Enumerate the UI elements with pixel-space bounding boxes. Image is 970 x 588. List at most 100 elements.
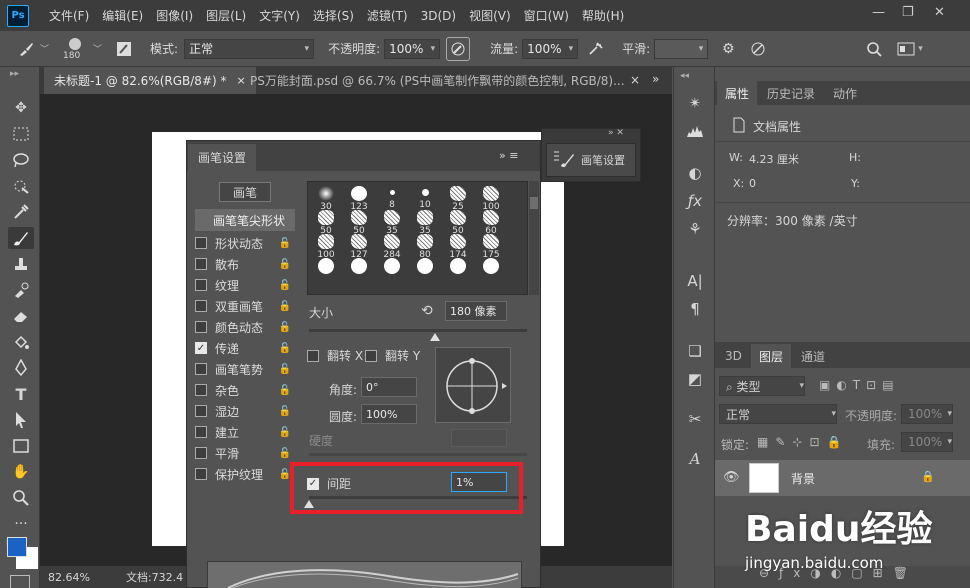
- size-slider-handle[interactable]: [430, 333, 441, 341]
- lock-icon[interactable]: 🔓: [279, 259, 291, 270]
- brush-option-row[interactable]: 画笔笔势 🔓: [195, 359, 295, 379]
- eyedropper-tool-icon[interactable]: [8, 201, 34, 223]
- menu-filter[interactable]: 滤镜(T): [367, 7, 408, 24]
- brush-tool-icon[interactable]: [8, 227, 34, 249]
- lock-icon[interactable]: 🔓: [279, 427, 291, 438]
- lock-icon[interactable]: 🔓: [279, 406, 291, 417]
- glyphs-icon[interactable]: A: [683, 447, 707, 471]
- tab-properties[interactable]: 属性: [717, 81, 758, 105]
- brush-option-row[interactable]: 散布 🔓: [195, 254, 295, 274]
- size-chevron-down-icon[interactable]: ﹀: [93, 42, 102, 55]
- flip-x-checkbox[interactable]: 翻转 X: [307, 347, 363, 364]
- brush-option-row[interactable]: 建立 🔓: [195, 422, 295, 442]
- airbrush-icon[interactable]: [584, 37, 608, 61]
- navigator-icon[interactable]: ✴: [683, 91, 707, 115]
- lock-icon[interactable]: 🔓: [279, 238, 291, 249]
- lock-icon[interactable]: 🔓: [279, 301, 291, 312]
- lock-icon[interactable]: 🔓: [279, 385, 291, 396]
- checkbox-icon[interactable]: [195, 405, 207, 417]
- brush-option-row[interactable]: ✓ 传递 🔓: [195, 338, 295, 358]
- brush-size-preview[interactable]: 180: [59, 35, 93, 63]
- menu-window[interactable]: 窗口(W): [524, 7, 569, 24]
- menu-edit[interactable]: 编辑(E): [102, 7, 143, 24]
- tab-untitled-1[interactable]: 未标题-1 @ 82.6%(RGB/8#) * ×: [44, 67, 256, 94]
- quick-selection-tool-icon[interactable]: [8, 175, 34, 197]
- brush-tip-grid[interactable]: 30 123 8 10 25 100 50 50 35 35 50 60 100 127 284 80 174 1…: [307, 181, 528, 295]
- lasso-tool-icon[interactable]: [8, 149, 34, 171]
- zoom-level[interactable]: 82.64%: [48, 571, 90, 584]
- reset-size-icon[interactable]: ⟲: [421, 303, 433, 319]
- adjustments-icon[interactable]: ◐: [683, 161, 707, 185]
- menu-image[interactable]: 图像(I): [156, 7, 193, 24]
- paint-bucket-tool-icon[interactable]: [8, 331, 34, 353]
- lock-icon[interactable]: 🔓: [279, 448, 291, 459]
- search-icon[interactable]: [862, 37, 886, 61]
- type-tool-icon[interactable]: T: [8, 383, 34, 405]
- brush-option-row[interactable]: 平滑 🔓: [195, 443, 295, 463]
- tab-actions[interactable]: 动作: [825, 81, 865, 105]
- blend-mode-select[interactable]: 正常 ▾: [719, 404, 837, 424]
- tab-layers[interactable]: 图层: [751, 344, 792, 368]
- brush-tip[interactable]: [442, 256, 474, 284]
- history-brush-tool-icon[interactable]: [8, 279, 34, 301]
- layer-row-background[interactable]: 👁 背景 🔒: [715, 460, 970, 496]
- brush-option-row[interactable]: 形状动态 🔓: [195, 233, 295, 253]
- brush-option-row[interactable]: 颜色动态 🔓: [195, 317, 295, 337]
- menu-file[interactable]: 文件(F): [49, 7, 89, 24]
- brush-tip[interactable]: [475, 256, 507, 284]
- collapse-strip-icon[interactable]: ◂◂: [680, 71, 689, 81]
- menu-layer[interactable]: 图层(L): [206, 7, 246, 24]
- gear-icon[interactable]: ⚙: [716, 37, 740, 61]
- angle-input[interactable]: 0°: [361, 377, 417, 397]
- rectangle-tool-icon[interactable]: [8, 435, 34, 457]
- zoom-tool-icon[interactable]: [8, 487, 34, 509]
- eye-icon[interactable]: 👁: [723, 470, 740, 485]
- size-input[interactable]: 180 像素: [445, 301, 507, 321]
- pressure-opacity-icon[interactable]: [446, 36, 471, 61]
- preset-chevron-down-icon[interactable]: ﹀: [40, 42, 49, 55]
- checkbox-icon[interactable]: [195, 363, 207, 375]
- checkbox-icon[interactable]: [195, 237, 207, 249]
- tab-3d[interactable]: 3D: [717, 344, 750, 368]
- filter-type-icons[interactable]: ▣◐T⊡▤: [819, 378, 900, 392]
- brush-option-row[interactable]: 双重画笔 🔓: [195, 296, 295, 316]
- menu-help[interactable]: 帮助(H): [582, 7, 624, 24]
- foreground-color-swatch[interactable]: [7, 537, 27, 557]
- dock-controls[interactable]: » ✕: [608, 128, 624, 138]
- brushes-button[interactable]: 画笔: [219, 182, 271, 202]
- close-window-button[interactable]: ✕: [934, 5, 945, 20]
- brush-tip[interactable]: [343, 256, 375, 284]
- character-icon[interactable]: A|: [683, 269, 707, 293]
- lock-icon[interactable]: 🔓: [279, 322, 291, 333]
- path-selection-tool-icon[interactable]: [8, 409, 34, 431]
- workspace-icon[interactable]: [894, 37, 918, 61]
- opacity-field[interactable]: 100% ▾: [384, 38, 441, 59]
- fx-styles-icon[interactable]: ƒx: [683, 189, 707, 213]
- move-tool-icon[interactable]: ✥: [8, 97, 34, 119]
- lock-icons[interactable]: ▦✎⊹⊡🔒: [757, 435, 848, 449]
- panel-menu-icon[interactable]: » ≡: [499, 149, 518, 162]
- lock-icon[interactable]: 🔓: [279, 280, 291, 291]
- more-tabs-icon[interactable]: »: [652, 72, 659, 86]
- brush-tip[interactable]: [310, 256, 342, 284]
- lock-icon[interactable]: 🔓: [279, 364, 291, 375]
- checkbox-icon[interactable]: [195, 279, 207, 291]
- mode-select[interactable]: 正常 ▾: [184, 38, 315, 59]
- brush-tip-shape-item[interactable]: 画笔笔尖形状: [195, 209, 295, 231]
- brush-settings-dock-button[interactable]: 画笔设置: [546, 143, 636, 177]
- layer-comps-icon[interactable]: ❏: [683, 339, 707, 363]
- workspace-chevron-down-icon[interactable]: ▾: [918, 44, 923, 54]
- marquee-tool-icon[interactable]: [8, 123, 34, 145]
- flow-field[interactable]: 100% ▾: [522, 38, 579, 59]
- checkbox-icon[interactable]: [195, 426, 207, 438]
- tab-history[interactable]: 历史记录: [759, 81, 823, 105]
- fill-field[interactable]: 100% ▾: [901, 432, 953, 452]
- grid-scrollbar[interactable]: [529, 181, 539, 295]
- brush-option-row[interactable]: 湿边 🔓: [195, 401, 295, 421]
- checkbox-icon[interactable]: [195, 321, 207, 333]
- more-tools-icon[interactable]: ···: [8, 513, 34, 535]
- angle-roundness-preview[interactable]: [435, 347, 511, 423]
- menu-type[interactable]: 文字(Y): [259, 7, 300, 24]
- brush-option-row[interactable]: 保护纹理 🔓: [195, 464, 295, 484]
- pen-tool-icon[interactable]: [8, 357, 34, 379]
